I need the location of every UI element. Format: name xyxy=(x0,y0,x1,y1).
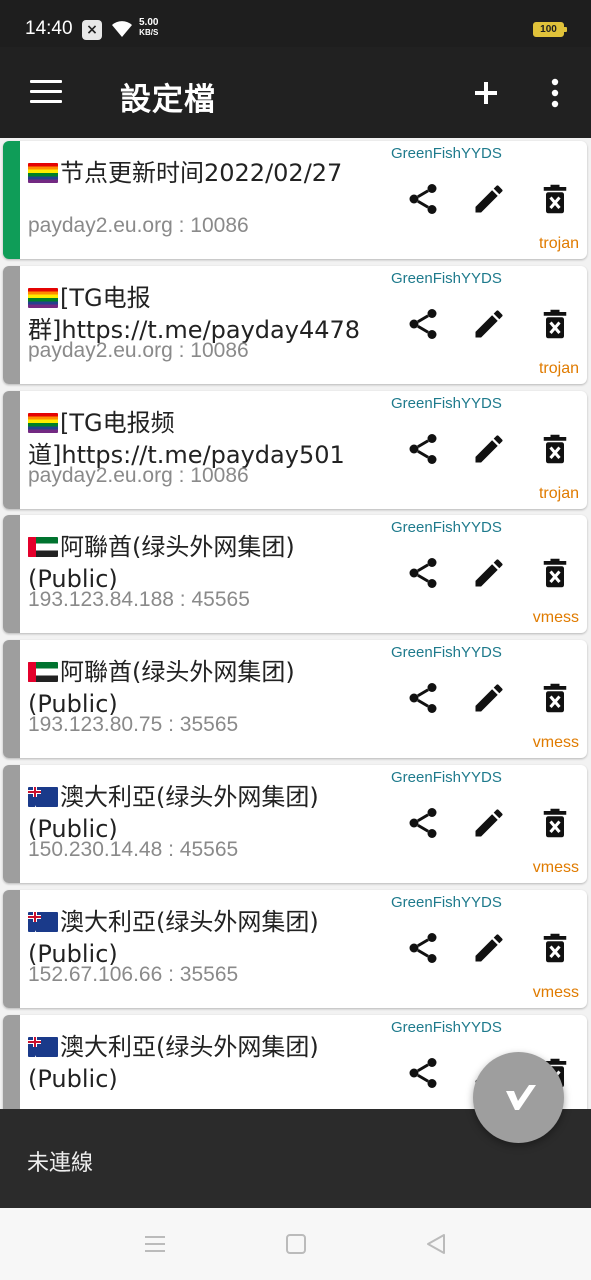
share-icon[interactable] xyxy=(405,1055,441,1091)
selection-indicator xyxy=(3,515,20,634)
edit-icon[interactable] xyxy=(471,930,507,966)
page-title: 設定檔 xyxy=(120,82,216,118)
protocol-type: vmess xyxy=(532,859,579,876)
profile-name: [TG电报群]https://t.me/payday4478 xyxy=(28,283,361,344)
selection-indicator xyxy=(3,765,20,883)
share-icon[interactable] xyxy=(405,930,441,966)
selection-indicator xyxy=(3,640,20,759)
delete-icon[interactable] xyxy=(537,805,573,841)
share-icon[interactable] xyxy=(405,680,441,716)
au-flag-icon xyxy=(28,1036,58,1057)
protocol-type: trojan xyxy=(538,359,579,377)
app-bar: 設定檔 xyxy=(0,47,591,138)
selection-indicator xyxy=(3,390,20,509)
subscription-label: GreenFishYYDS xyxy=(391,893,502,911)
share-icon[interactable] xyxy=(405,555,441,591)
connect-button[interactable] xyxy=(473,1052,564,1143)
subscription-label: GreenFishYYDS xyxy=(391,644,502,662)
profile-address: 193.123.84.188 : 45565 xyxy=(28,588,250,612)
battery-icon: 100 xyxy=(533,22,567,37)
profile-name: 澳大利亞(绿头外网集团)(Public) xyxy=(28,1031,378,1095)
subscription-label: GreenFishYYDS xyxy=(391,519,502,537)
profile-name: [TG电报频道]https://t.me/payday501 xyxy=(28,408,345,469)
profile-name: 澳大利亞(绿头外网集团)(Public) xyxy=(28,781,378,845)
profile-card[interactable]: 澳大利亞(绿头外网集团)(Public) 150.230.14.48 : 455… xyxy=(3,765,587,883)
profile-address: 152.67.106.66 : 35565 xyxy=(28,962,239,986)
edit-icon[interactable] xyxy=(471,181,507,217)
recents-icon[interactable] xyxy=(143,1232,167,1256)
share-icon[interactable] xyxy=(405,306,441,342)
uae-flag-icon xyxy=(28,537,58,558)
au-flag-icon xyxy=(28,787,58,807)
protocol-type: trojan xyxy=(538,235,579,252)
back-icon[interactable] xyxy=(424,1232,448,1256)
delete-icon[interactable] xyxy=(537,181,573,217)
profile-address: 193.123.80.75 : 35565 xyxy=(28,713,239,737)
wifi-icon xyxy=(112,21,132,37)
au-flag-icon xyxy=(28,911,58,932)
subscription-label: GreenFishYYDS xyxy=(391,269,502,287)
profile-address: payday2.eu.org : 10086 xyxy=(28,214,249,237)
rainbow-flag-icon xyxy=(28,412,58,433)
delete-icon[interactable] xyxy=(537,555,573,591)
profile-address: payday2.eu.org : 10086 xyxy=(28,463,249,487)
system-nav-bar xyxy=(0,1208,591,1280)
subscription-label: GreenFishYYDS xyxy=(391,145,502,162)
menu-icon[interactable] xyxy=(30,80,62,104)
edit-icon[interactable] xyxy=(471,680,507,716)
rainbow-flag-icon xyxy=(28,163,58,183)
status-time: 14:40 xyxy=(25,18,73,39)
profile-name: 阿聯酋(绿头外网集团)(Public) xyxy=(28,533,295,594)
status-bar: 14:40 × 5.00 KB/S 100 xyxy=(0,0,591,47)
edit-icon[interactable] xyxy=(471,431,507,467)
protocol-type: trojan xyxy=(538,484,579,502)
more-vert-icon[interactable] xyxy=(545,77,565,109)
delete-icon[interactable] xyxy=(537,306,573,342)
selection-indicator xyxy=(3,265,20,384)
subscription-label: GreenFishYYDS xyxy=(391,394,502,412)
profile-card[interactable]: 澳大利亞(绿头外网集团)(Public) 152.67.106.66 : 355… xyxy=(3,889,587,1008)
profile-name: 节点更新时间2022/02/27 xyxy=(28,157,378,189)
share-icon[interactable] xyxy=(405,181,441,217)
delete-icon[interactable] xyxy=(537,680,573,716)
add-icon[interactable] xyxy=(470,77,502,109)
share-icon[interactable] xyxy=(405,431,441,467)
protocol-type: vmess xyxy=(532,609,579,627)
network-speed: 5.00 KB/S xyxy=(139,17,159,38)
delete-icon[interactable] xyxy=(537,930,573,966)
x-box-icon: × xyxy=(82,20,102,40)
profile-address: 150.230.14.48 : 45565 xyxy=(28,838,239,861)
selection-indicator xyxy=(3,141,20,259)
edit-icon[interactable] xyxy=(471,555,507,591)
profile-card[interactable]: 阿聯酋(绿头外网集团)(Public) 193.123.80.75 : 3556… xyxy=(3,640,587,759)
v-logo-icon xyxy=(506,1085,536,1110)
profile-card[interactable]: 阿聯酋(绿头外网集团)(Public) 193.123.84.188 : 455… xyxy=(3,515,587,634)
uae-flag-icon xyxy=(28,662,58,683)
protocol-type: vmess xyxy=(532,734,579,752)
edit-icon[interactable] xyxy=(471,805,507,841)
subscription-label: GreenFishYYDS xyxy=(391,1018,502,1036)
profile-address: payday2.eu.org : 10086 xyxy=(28,338,249,362)
home-icon[interactable] xyxy=(284,1232,308,1256)
profile-list[interactable]: 节点更新时间2022/02/27 payday2.eu.org : 10086 … xyxy=(0,138,591,1109)
profile-name: 阿聯酋(绿头外网集团)(Public) xyxy=(28,658,295,719)
edit-icon[interactable] xyxy=(471,306,507,342)
share-icon[interactable] xyxy=(405,805,441,841)
delete-icon[interactable] xyxy=(537,431,573,467)
selection-indicator xyxy=(3,889,20,1008)
profile-card[interactable]: 节点更新时间2022/02/27 payday2.eu.org : 10086 … xyxy=(3,141,587,259)
connection-status-text: 未連線 xyxy=(27,1151,94,1176)
subscription-label: GreenFishYYDS xyxy=(391,769,502,786)
selection-indicator xyxy=(3,1014,20,1109)
profile-name: 澳大利亞(绿头外网集团)(Public) xyxy=(28,906,378,970)
profile-card[interactable]: [TG电报群]https://t.me/payday4478 payday2.e… xyxy=(3,265,587,384)
protocol-type: vmess xyxy=(532,983,579,1001)
rainbow-flag-icon xyxy=(28,287,58,308)
profile-card[interactable]: [TG电报频道]https://t.me/payday501 payday2.e… xyxy=(3,390,587,509)
